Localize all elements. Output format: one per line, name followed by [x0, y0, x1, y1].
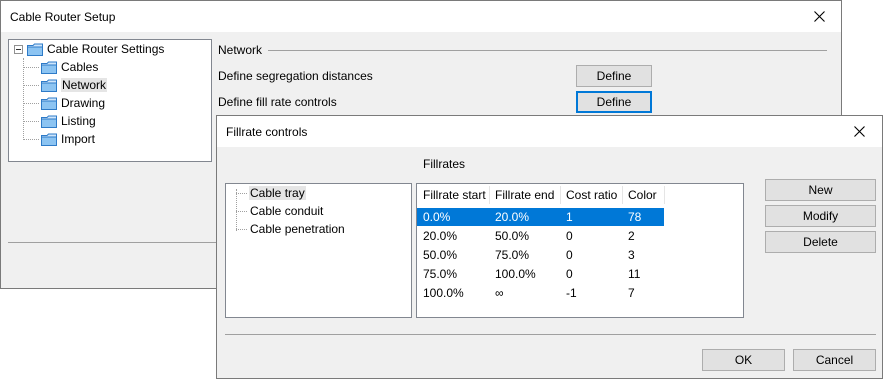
fillrates-section-title: Fillrates — [423, 157, 466, 171]
table-row[interactable]: 50.0% 75.0% 0 3 — [417, 246, 664, 264]
fillrate-label: Define fill rate controls — [218, 95, 337, 109]
table-row[interactable]: 20.0% 50.0% 0 2 — [417, 227, 664, 245]
network-section-title: Network — [218, 43, 263, 57]
tree-root-label: Cable Router Settings — [47, 42, 165, 56]
tree-item-cables[interactable]: Cables — [23, 59, 98, 75]
table-cell: 50.0% — [423, 248, 458, 262]
tree-branch — [23, 84, 39, 86]
fillrate-controls-dialog: Fillrate controls Fillrates Cable tray C… — [216, 115, 883, 379]
table-cell: 100.0% — [495, 267, 536, 281]
ok-button[interactable]: OK — [702, 349, 785, 371]
tree-item-label: Cable conduit — [250, 204, 324, 218]
define-segregation-button[interactable]: Define — [576, 65, 652, 87]
table-row[interactable]: 100.0% ∞ -1 7 — [417, 284, 664, 302]
fillrate-title: Fillrate controls — [226, 125, 308, 139]
tree-item-label: Cable penetration — [250, 222, 345, 236]
column-separator — [664, 186, 665, 204]
section-divider — [268, 50, 827, 51]
define-fillrate-button[interactable]: Define — [576, 91, 652, 113]
table-cell: 7 — [628, 286, 635, 300]
bottom-divider — [225, 334, 876, 335]
bottom-divider — [8, 242, 218, 243]
tree-item-label: Drawing — [61, 96, 106, 110]
tree-item-label: Cables — [61, 60, 99, 74]
table-cell: 0 — [566, 229, 573, 243]
table-cell: 0 — [566, 267, 573, 281]
table-cell: 75.0% — [423, 267, 458, 281]
table-cell: 78 — [628, 210, 642, 224]
new-button[interactable]: New — [765, 179, 876, 201]
tree-branch — [23, 120, 39, 122]
table-cell: 3 — [628, 248, 635, 262]
folder-icon — [41, 97, 57, 110]
table-cell: 11 — [628, 267, 641, 281]
folder-icon — [41, 115, 57, 128]
tree-item-cable-penetration[interactable]: Cable penetration — [236, 221, 346, 237]
tree-item-listing[interactable]: Listing — [23, 113, 96, 129]
folder-icon — [27, 43, 43, 56]
setup-title: Cable Router Setup — [10, 10, 116, 24]
table-cell: 0 — [566, 248, 573, 262]
setup-close-button[interactable] — [797, 1, 841, 32]
table-cell: 100.0% — [423, 286, 464, 300]
cable-type-tree: Cable tray Cable conduit Cable penetrati… — [225, 183, 412, 318]
settings-tree: Cable Router Settings Cables Network Dra… — [8, 39, 212, 162]
tree-root[interactable]: Cable Router Settings — [14, 41, 164, 57]
table-cell: 20.0% — [423, 229, 458, 243]
table-row[interactable]: 0.0% 20.0% 1 78 — [417, 208, 664, 226]
close-icon — [813, 11, 825, 22]
tree-item-network[interactable]: Network — [23, 77, 108, 93]
tree-item-label: Cable tray — [249, 186, 306, 200]
folder-icon — [41, 79, 57, 92]
column-separator — [489, 186, 490, 204]
segregation-label: Define segregation distances — [218, 69, 373, 83]
tree-item-cable-tray[interactable]: Cable tray — [236, 185, 306, 201]
close-icon — [853, 126, 865, 137]
tree-branch — [236, 192, 247, 194]
tree-item-cable-conduit[interactable]: Cable conduit — [236, 203, 324, 219]
table-cell: 20.0% — [495, 210, 530, 224]
column-header[interactable]: Fillrate start — [423, 188, 486, 202]
tree-branch — [23, 66, 39, 68]
table-header: Fillrate start Fillrate end Cost ratio C… — [417, 186, 743, 204]
delete-button[interactable]: Delete — [765, 231, 876, 253]
table-cell: ∞ — [495, 286, 504, 300]
tree-item-import[interactable]: Import — [23, 131, 95, 147]
column-separator — [560, 186, 561, 204]
column-separator — [622, 186, 623, 204]
tree-branch — [236, 228, 247, 230]
collapse-icon[interactable] — [14, 44, 23, 54]
column-header[interactable]: Fillrate end — [495, 188, 554, 202]
table-cell: 2 — [628, 229, 635, 243]
fillrate-close-button[interactable] — [836, 116, 882, 147]
column-header[interactable]: Cost ratio — [566, 188, 617, 202]
table-cell: 50.0% — [495, 229, 530, 243]
folder-icon — [41, 61, 57, 74]
tree-branch — [23, 102, 39, 104]
cancel-button[interactable]: Cancel — [793, 349, 876, 371]
setup-titlebar: Cable Router Setup — [1, 1, 841, 32]
table-row[interactable]: 75.0% 100.0% 0 11 — [417, 265, 664, 283]
fillrate-titlebar: Fillrate controls — [217, 116, 882, 147]
modify-button[interactable]: Modify — [765, 205, 876, 227]
table-cell: 75.0% — [495, 248, 530, 262]
fillrates-table: Fillrate start Fillrate end Cost ratio C… — [416, 183, 744, 318]
folder-icon — [41, 133, 57, 146]
tree-branch — [23, 138, 39, 140]
table-cell: 1 — [566, 210, 573, 224]
tree-branch — [236, 210, 247, 212]
column-header[interactable]: Color — [628, 188, 657, 202]
tree-item-label: Network — [61, 78, 108, 92]
tree-item-drawing[interactable]: Drawing — [23, 95, 105, 111]
tree-item-label: Listing — [61, 114, 96, 128]
table-cell: -1 — [566, 286, 577, 300]
table-cell: 0.0% — [423, 210, 451, 224]
tree-item-label: Import — [61, 132, 96, 146]
